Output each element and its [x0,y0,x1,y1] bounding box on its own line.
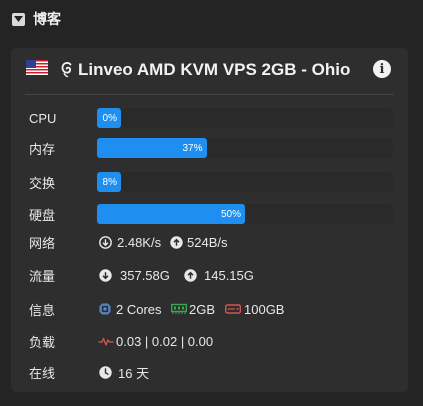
memory-bar-track: 37% [97,138,393,158]
info-row: 信息 2 Cores 2GB 100GB [11,297,408,321]
traffic-down-icon [99,268,112,282]
cpu-bar-track: 0% [97,108,393,128]
memory-percent-text: 37% [182,142,203,154]
divider [25,94,394,95]
download-arrow-icon [99,235,112,249]
disk-bar-track: 50% [97,204,393,224]
traffic-up-value: 145.15G [204,267,254,283]
load-row: 负载 0.03 | 0.02 | 0.00 [11,329,408,353]
card-header: Linveo AMD KVM VPS 2GB - Ohio i [11,48,408,94]
upload-arrow-icon [170,235,183,249]
swap-label: 交换 [29,175,56,191]
memory-row: 内存 37% [11,136,408,160]
info-icon[interactable]: i [373,60,391,78]
info-memory-value: 2GB [189,301,216,317]
disk-bar-fill: 50% [97,204,245,224]
memory-module-icon [171,303,187,314]
disk-row: 硬盘 50% [11,202,408,226]
server-card: Linveo AMD KVM VPS 2GB - Ohio i CPU 0% 内… [11,48,408,392]
load-value: 0.03 | 0.02 | 0.00 [116,333,214,349]
hard-disk-icon [225,304,241,314]
network-up-value: 524B/s [187,234,228,250]
network-label: 网络 [29,235,56,251]
uptime-value: 16 天 [118,365,150,381]
cpu-percent-text: 0% [102,112,117,124]
swap-bar-fill: 8% [97,172,121,192]
cpu-label: CPU [29,110,57,126]
clock-icon [99,365,112,379]
server-name: Linveo AMD KVM VPS 2GB - Ohio [78,60,351,79]
us-flag-icon [26,60,48,75]
disk-label: 硬盘 [29,207,56,223]
info-disk-value: 100GB [244,301,285,317]
network-row: 网络 2.48K/s 524B/s [11,230,408,254]
debian-icon [61,62,72,78]
cpu-bar-fill: 0% [97,108,121,128]
info-cores-value: 2 Cores [116,301,162,317]
traffic-down-value: 357.58G [120,267,170,283]
uptime-row: 在线 16 天 [11,360,408,384]
disk-percent-text: 50% [220,208,241,220]
memory-bar-fill: 37% [97,138,207,158]
cpu-chip-icon [99,303,111,315]
uptime-label: 在线 [29,365,56,381]
traffic-label: 流量 [29,268,56,284]
section-title: 博客 [33,11,61,27]
memory-label: 内存 [29,141,56,157]
cpu-row: CPU 0% [11,106,408,130]
swap-bar-track: 8% [97,172,393,192]
info-label: 信息 [29,302,56,318]
swap-row: 交换 8% [11,170,408,194]
network-down-value: 2.48K/s [117,234,162,250]
collapse-caret-icon[interactable] [12,12,25,26]
load-label: 负载 [29,334,56,350]
traffic-row: 流量 357.58G 145.15G [11,263,408,287]
section-header[interactable]: 博客 [12,10,61,28]
traffic-up-icon [184,268,197,282]
heartbeat-icon [98,337,114,346]
swap-percent-text: 8% [102,176,117,188]
